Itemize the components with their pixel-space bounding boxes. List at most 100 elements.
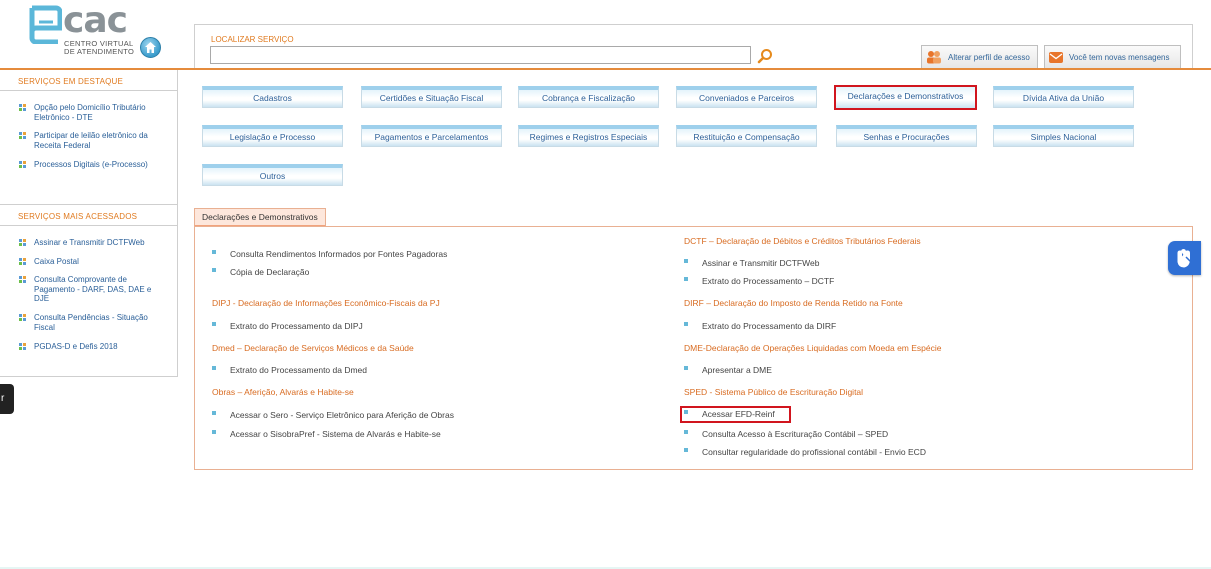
link-label: Extrato do Processamento da DIPJ [230, 321, 363, 331]
link-sisobrapref[interactable]: Acessar o SisobraPref - Sistema de Alvar… [212, 429, 441, 439]
mail-icon [1049, 51, 1063, 63]
category-certidoes[interactable]: Certidões e Situação Fiscal [361, 86, 502, 108]
sidebar-item-label: Assinar e Transmitir DCTFWeb [34, 238, 145, 247]
category-regimes[interactable]: Regimes e Registros Especiais [518, 125, 659, 147]
sidebar-item-label: Participar de leilão eletrônico da Recei… [34, 131, 148, 150]
sidebar-item-label: PGDAS-D e Defis 2018 [34, 342, 118, 351]
header-divider [0, 68, 1211, 70]
bullet-icon [684, 259, 688, 263]
sidebar-item-dctfweb[interactable]: Assinar e Transmitir DCTFWeb [19, 238, 159, 248]
bullet-icon [19, 258, 27, 265]
link-dctfweb[interactable]: Assinar e Transmitir DCTFWeb [684, 258, 819, 268]
category-pagamentos[interactable]: Pagamentos e Parcelamentos [361, 125, 502, 147]
sidebar-item-pendencias[interactable]: Consulta Pendências - Situação Fiscal [19, 313, 159, 332]
sidebar-item-label: Consulta Comprovante de Pagamento - DARF… [34, 275, 152, 303]
section-title-sped: SPED - Sistema Público de Escrituração D… [684, 387, 864, 397]
link-label: Consulta Acesso à Escrituração Contábil … [702, 429, 889, 439]
sidebar-destaque-header: SERVIÇOS EM DESTAQUE [0, 73, 177, 91]
link-label: Consultar regularidade do profissional c… [702, 447, 926, 457]
bullet-icon [212, 411, 216, 415]
link-regularidade-contabil[interactable]: Consultar regularidade do profissional c… [684, 447, 926, 457]
sidebar-item-comprovante[interactable]: Consulta Comprovante de Pagamento - DARF… [19, 275, 159, 304]
search-area: LOCALIZAR SERVIÇO Alterar perfil de aces… [194, 24, 1193, 70]
link-label: Apresentar a DME [702, 365, 772, 375]
link-copia-declaracao[interactable]: Cópia de Declaração [212, 267, 309, 277]
ecac-e-logo-icon [29, 5, 62, 44]
section-title-dipj: DIPJ - Declaração de Informações Econômi… [212, 298, 440, 308]
link-label: Cópia de Declaração [230, 267, 310, 277]
category-conveniados[interactable]: Conveniados e Parceiros [676, 86, 817, 108]
link-extrato-dipj[interactable]: Extrato do Processamento da DIPJ [212, 321, 363, 331]
alterar-perfil-button[interactable]: Alterar perfil de acesso [921, 45, 1038, 69]
bullet-icon [19, 161, 27, 168]
side-tab[interactable]: r [0, 384, 14, 414]
link-extrato-dmed[interactable]: Extrato do Processamento da Dmed [212, 365, 367, 375]
link-label: Acessar o Sero - Serviço Eletrônico para… [230, 410, 454, 420]
category-legislacao[interactable]: Legislação e Processo [202, 125, 343, 147]
logo-subtitle-line2: DE ATENDIMENTO [64, 47, 135, 56]
category-divida-ativa[interactable]: Dívida Ativa da União [993, 86, 1134, 108]
sidebar-item-label: Caixa Postal [34, 257, 79, 266]
link-sero[interactable]: Acessar o Sero - Serviço Eletrônico para… [212, 410, 454, 420]
sidebar-item-dte[interactable]: Opção pelo Domicílio Tributário Eletrôni… [19, 103, 159, 122]
category-cadastros[interactable]: Cadastros [202, 86, 343, 108]
search-label: LOCALIZAR SERVIÇO [211, 35, 294, 44]
bullet-icon [19, 104, 27, 111]
home-icon[interactable] [140, 37, 161, 58]
sidebar-item-leilao[interactable]: Participar de leilão eletrônico da Recei… [19, 131, 159, 150]
sidebar-divider [0, 204, 177, 205]
link-label: Acessar o SisobraPref - Sistema de Alvar… [230, 429, 441, 439]
category-outros[interactable]: Outros [202, 164, 343, 186]
section-title-dirf: DIRF – Declaração do Imposto de Renda Re… [684, 298, 903, 308]
search-input[interactable] [210, 46, 751, 64]
bullet-icon [19, 314, 27, 321]
link-label: Extrato do Processamento – DCTF [702, 276, 835, 286]
bullet-icon [212, 366, 216, 370]
search-icon[interactable] [757, 48, 773, 64]
panel-tab-declaracoes[interactable]: Declarações e Demonstrativos [194, 208, 326, 227]
bullet-icon [684, 322, 688, 326]
sidebar-item-caixa-postal[interactable]: Caixa Postal [19, 257, 159, 267]
link-label: Extrato do Processamento da Dmed [230, 365, 368, 375]
link-consulta-sped[interactable]: Consulta Acesso à Escrituração Contábil … [684, 429, 888, 439]
bullet-icon [684, 277, 688, 281]
link-apresentar-dme[interactable]: Apresentar a DME [684, 365, 772, 375]
sidebar-acessados-header: SERVIÇOS MAIS ACESSADOS [0, 208, 177, 226]
bullet-icon [684, 430, 688, 434]
sidebar-item-label: Processos Digitais (e-Processo) [34, 160, 148, 169]
accessibility-hand-icon[interactable] [1168, 241, 1201, 275]
mensagens-label: Você tem novas mensagens [1069, 52, 1170, 62]
sidebar-item-eprocesso[interactable]: Processos Digitais (e-Processo) [19, 160, 159, 170]
bullet-icon [19, 132, 27, 139]
category-declaracoes[interactable]: Declarações e Demonstrativos [834, 85, 977, 110]
sidebar-item-pgdas[interactable]: PGDAS-D e Defis 2018 [19, 342, 159, 352]
link-label: Extrato do Processamento da DIRF [702, 321, 837, 331]
link-label: Consulta Rendimentos Informados por Font… [230, 249, 448, 259]
category-restituicao[interactable]: Restituição e Compensação [676, 125, 817, 147]
link-consulta-rendimentos[interactable]: Consulta Rendimentos Informados por Font… [212, 249, 447, 259]
bullet-icon [212, 322, 216, 326]
bullet-icon [212, 268, 216, 272]
mensagens-button[interactable]: Você tem novas mensagens [1044, 45, 1181, 69]
people-icon [927, 51, 941, 64]
category-simples[interactable]: Simples Nacional [993, 125, 1134, 147]
bullet-icon [684, 448, 688, 452]
sidebar-item-label: Opção pelo Domicílio Tributário Eletrôni… [34, 103, 146, 122]
section-title-obras: Obras – Aferição, Alvarás e Habite-se [212, 387, 354, 397]
efd-reinf-highlight [680, 406, 791, 423]
category-cobranca[interactable]: Cobrança e Fiscalização [518, 86, 659, 108]
logo-text: cac [63, 0, 128, 41]
sidebar-item-label: Consulta Pendências - Situação Fiscal [34, 313, 148, 332]
bullet-icon [19, 343, 27, 350]
section-title-dctf: DCTF – Declaração de Débitos e Créditos … [684, 236, 921, 246]
link-extrato-dirf[interactable]: Extrato do Processamento da DIRF [684, 321, 836, 331]
link-label: Assinar e Transmitir DCTFWeb [702, 258, 820, 268]
section-title-dmed: Dmed – Declaração de Serviços Médicos e … [212, 343, 414, 353]
category-senhas[interactable]: Senhas e Procurações [836, 125, 977, 147]
bullet-icon [19, 239, 27, 246]
sidebar: SERVIÇOS EM DESTAQUE Opção pelo Domicíli… [0, 70, 178, 377]
bullet-icon [212, 430, 216, 434]
bullet-icon [684, 366, 688, 370]
link-extrato-dctf[interactable]: Extrato do Processamento – DCTF [684, 276, 834, 286]
bullet-icon [19, 276, 27, 283]
